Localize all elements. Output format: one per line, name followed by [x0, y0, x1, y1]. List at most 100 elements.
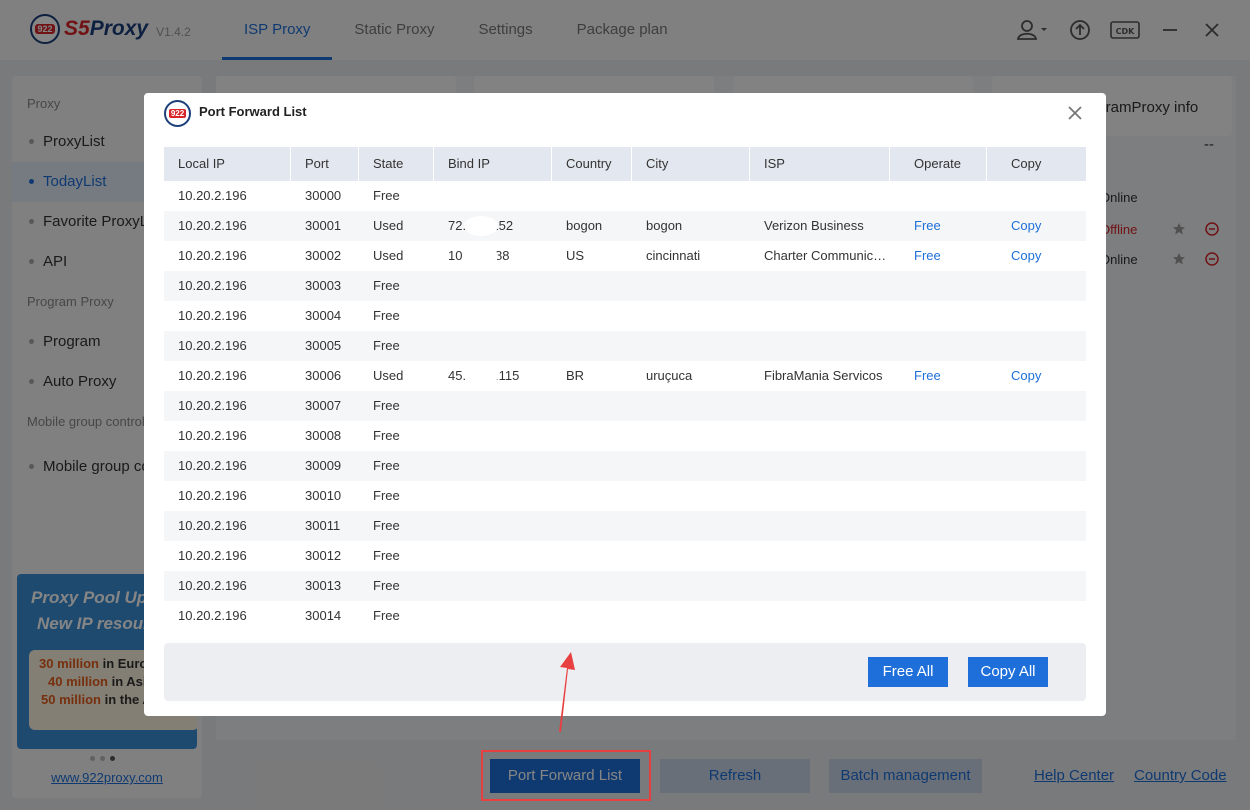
copy-all-button[interactable]: Copy All — [968, 657, 1048, 687]
app-logo-icon: 922 — [164, 100, 191, 127]
cell-local-ip: 10.20.2.196 — [178, 578, 247, 593]
cell-country — [552, 421, 632, 451]
cell-isp — [750, 301, 890, 331]
cell-isp — [750, 451, 890, 481]
table-row: 10.20.2.196 30008 Free — [164, 421, 1086, 451]
table-row: 10.20.2.196 30013 Free — [164, 571, 1086, 601]
dialog-footer: Free All Copy All — [164, 643, 1086, 701]
column-header-local-ip: Local IP — [164, 147, 291, 181]
free-link — [890, 451, 987, 481]
cell-state: Free — [373, 548, 400, 563]
dialog-title: Port Forward List — [199, 104, 307, 119]
copy-link[interactable]: Copy — [987, 211, 1086, 241]
port-forward-list-dialog: 922 Port Forward List Local IP Port Stat… — [144, 93, 1106, 716]
cell-country — [552, 481, 632, 511]
column-header-operate: Operate — [890, 147, 987, 181]
table-row: 10.20.2.196 30006 Used 45.1 .47.115 BR uruçuc… — [164, 361, 1086, 391]
free-link — [890, 391, 987, 421]
cell-city — [632, 391, 750, 421]
free-link[interactable]: Free — [890, 211, 987, 241]
cell-local-ip: 10.20.2.196 — [178, 308, 247, 323]
table-row: 10.20.2.196 30000 Free — [164, 181, 1086, 211]
cell-local-ip: 10.20.2.196 — [178, 278, 247, 293]
column-header-country: Country — [552, 147, 632, 181]
cell-local-ip: 10.20.2.196 — [178, 248, 247, 263]
cell-bind-ip — [434, 271, 552, 301]
table-header: Local IP Port State Bind IP Country City… — [164, 147, 1086, 181]
cell-local-ip: 10.20.2.196 — [178, 398, 247, 413]
cell-city — [632, 451, 750, 481]
copy-link[interactable]: Copy — [987, 361, 1086, 391]
redaction-mask — [464, 216, 498, 236]
free-all-button[interactable]: Free All — [868, 657, 948, 687]
redaction-mask — [464, 366, 498, 386]
table-row: 10.20.2.196 30004 Free — [164, 301, 1086, 331]
copy-link — [987, 271, 1086, 301]
free-link — [890, 331, 987, 361]
free-link — [890, 511, 987, 541]
cell-state: Free — [373, 518, 400, 533]
table-row: 10.20.2.196 30012 Free — [164, 541, 1086, 571]
copy-link — [987, 301, 1086, 331]
cell-isp — [750, 391, 890, 421]
cell-local-ip: 10.20.2.196 — [178, 458, 247, 473]
cell-country: BR — [566, 368, 585, 383]
cell-country — [552, 181, 632, 211]
cell-country — [552, 391, 632, 421]
table-row: 10.20.2.196 30007 Free — [164, 391, 1086, 421]
dialog-header: 922 Port Forward List — [144, 93, 1106, 133]
cell-isp — [750, 421, 890, 451]
cell-country: US — [566, 248, 585, 263]
cell-isp — [750, 481, 890, 511]
cell-state: Free — [373, 188, 400, 203]
cell-city — [632, 331, 750, 361]
cell-city — [632, 301, 750, 331]
free-link[interactable]: Free — [890, 361, 987, 391]
table-row: 10.20.2.196 30005 Free — [164, 331, 1086, 361]
cell-city: bogon — [646, 218, 683, 233]
cell-city — [632, 601, 750, 631]
cell-bind-ip — [434, 481, 552, 511]
close-icon[interactable] — [1064, 102, 1086, 124]
cell-country — [552, 271, 632, 301]
cell-port: 30014 — [305, 608, 342, 623]
cell-port: 30010 — [305, 488, 342, 503]
port-forward-table: Local IP Port State Bind IP Country City… — [164, 147, 1086, 631]
cell-state: Free — [373, 608, 400, 623]
cell-bind-ip — [434, 511, 552, 541]
cell-country — [552, 301, 632, 331]
cell-city: uruçuca — [646, 368, 693, 383]
free-link — [890, 601, 987, 631]
cell-isp — [750, 541, 890, 571]
copy-link — [987, 391, 1086, 421]
redaction-mask — [464, 246, 498, 266]
table-row: 10.20.2.196 30003 Free — [164, 271, 1086, 301]
cell-port: 30011 — [305, 518, 341, 533]
cell-isp: FibraMania Servicos — [764, 368, 883, 383]
cell-city — [632, 421, 750, 451]
cell-bind-ip — [434, 541, 552, 571]
cell-local-ip: 10.20.2.196 — [178, 188, 247, 203]
free-link — [890, 541, 987, 571]
cell-state: Free — [373, 578, 400, 593]
free-link — [890, 481, 987, 511]
copy-link — [987, 451, 1086, 481]
table-row: 10.20.2.196 30011 Free — [164, 511, 1086, 541]
cell-port: 30001 — [305, 218, 342, 233]
copy-link — [987, 421, 1086, 451]
cell-isp: Verizon Business — [764, 218, 864, 233]
cell-country — [552, 451, 632, 481]
cell-isp — [750, 271, 890, 301]
free-link[interactable]: Free — [890, 241, 987, 271]
cell-bind-ip — [434, 391, 552, 421]
cell-bind-ip — [434, 421, 552, 451]
copy-link — [987, 571, 1086, 601]
column-header-isp: ISP — [750, 147, 890, 181]
column-header-city: City — [632, 147, 750, 181]
copy-link — [987, 481, 1086, 511]
cell-isp — [750, 331, 890, 361]
cell-state: Used — [373, 368, 404, 383]
cell-local-ip: 10.20.2.196 — [178, 368, 247, 383]
copy-link[interactable]: Copy — [987, 241, 1086, 271]
cell-country — [552, 601, 632, 631]
